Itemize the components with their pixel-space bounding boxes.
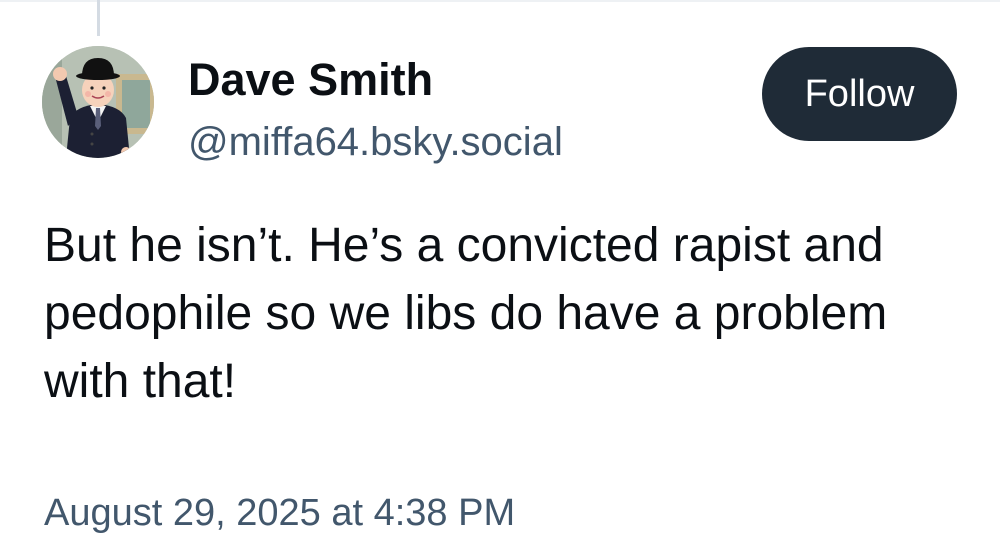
post-timestamp[interactable]: August 29, 2025 at 4:38 PM <box>44 492 515 535</box>
author-handle[interactable]: @miffa64.bsky.social <box>188 120 563 165</box>
post-body-text: But he isn’t. He’s a convicted rapist an… <box>44 219 888 408</box>
author-display-name[interactable]: Dave Smith <box>188 54 433 106</box>
follow-button[interactable]: Follow <box>762 47 957 141</box>
avatar-illustration <box>42 46 154 158</box>
avatar[interactable] <box>42 46 154 158</box>
post-card: Dave Smith @miffa64.bsky.social Follow B… <box>0 0 1000 559</box>
